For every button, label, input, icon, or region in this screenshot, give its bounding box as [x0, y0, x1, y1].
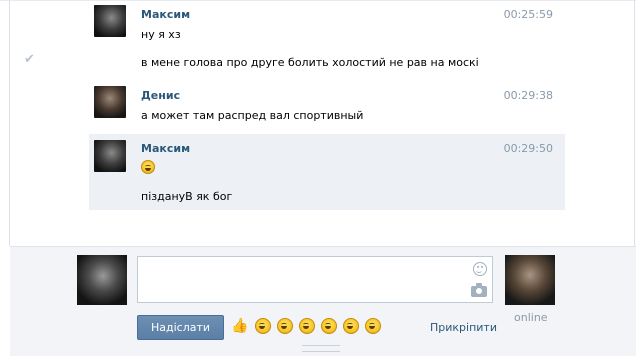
page-left-border: [9, 0, 10, 246]
avatar-maksym[interactable]: [94, 140, 126, 172]
send-button[interactable]: Надіслати: [137, 315, 224, 340]
message-time[interactable]: 00:25:59: [504, 8, 553, 21]
peer-avatar[interactable]: [505, 255, 555, 305]
message-author[interactable]: Максим: [141, 8, 190, 21]
laughing-emoji-icon: [141, 160, 155, 174]
message-text: в мене голова про друге болить холостий …: [141, 56, 479, 69]
laughing-emoji-icon[interactable]: [277, 318, 293, 334]
message-time[interactable]: 00:29:38: [504, 89, 553, 102]
message-input[interactable]: [137, 256, 493, 303]
message-maksym-2: Максим 00:29:50 піздануВ як бог: [89, 134, 565, 210]
my-avatar[interactable]: [77, 255, 127, 305]
camera-icon[interactable]: [471, 283, 487, 297]
message-composer: online Надіслати 👍 Прикріпити: [10, 246, 636, 356]
message-author[interactable]: Денис: [141, 89, 180, 102]
blushing-emoji-icon[interactable]: [299, 318, 315, 334]
message-maksym-1: Максим 00:25:59 ну я хз в мене голова пр…: [89, 0, 565, 80]
message-denys: Денис 00:29:38 а может там распред вал с…: [89, 80, 565, 130]
emoji-picker-icon[interactable]: [473, 262, 487, 276]
resize-handle[interactable]: [302, 345, 340, 352]
thumbs-up-icon[interactable]: 👍: [231, 318, 248, 334]
confused-emoji-icon[interactable]: [255, 318, 271, 334]
attach-link[interactable]: Прикріпити: [430, 321, 497, 334]
message-author[interactable]: Максим: [141, 142, 190, 155]
message-time[interactable]: 00:29:50: [504, 142, 553, 155]
message-text: а может там распред вал спортивный: [141, 109, 364, 122]
shocked-emoji-icon[interactable]: [343, 318, 359, 334]
laughing-emoji-icon: [141, 160, 155, 174]
page-right-border: [634, 0, 635, 246]
smiling-emoji-icon[interactable]: [365, 318, 381, 334]
winking-emoji-icon[interactable]: [321, 318, 337, 334]
avatar-denys[interactable]: [94, 86, 126, 118]
message-text: піздануВ як бог: [141, 190, 233, 203]
avatar-maksym[interactable]: [94, 5, 126, 37]
online-status: online: [514, 311, 548, 324]
message-text: ну я хз: [141, 28, 181, 41]
read-check-icon: ✔: [24, 52, 35, 67]
